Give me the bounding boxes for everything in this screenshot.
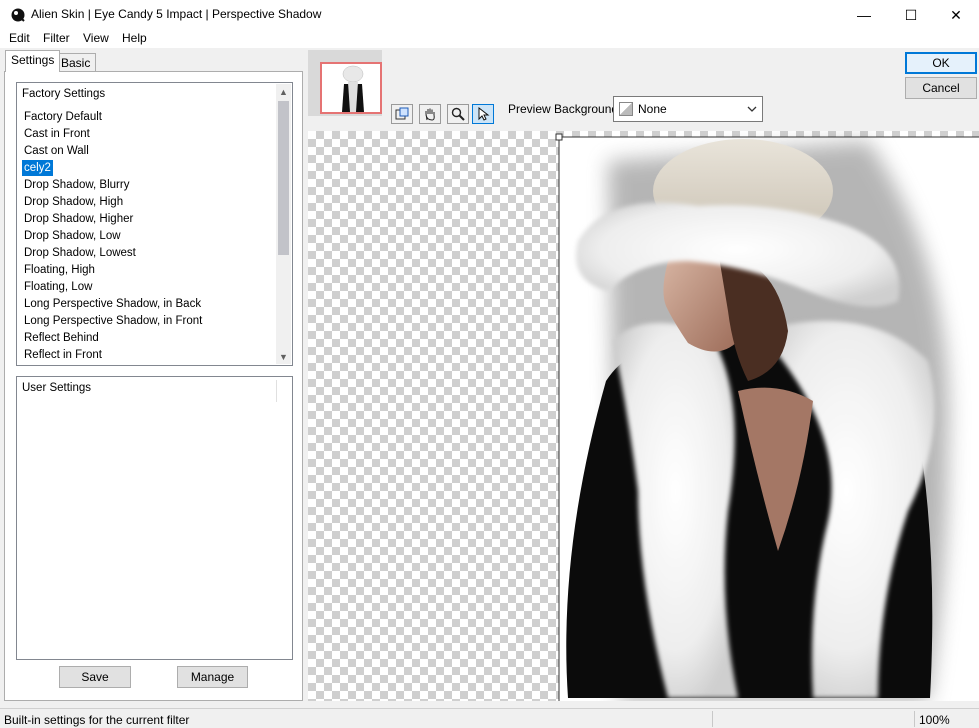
scroll-up-icon[interactable]: ▲ [276,84,291,99]
preview-background-value: None [638,102,667,116]
menu-help[interactable]: Help [122,31,147,45]
background-swatch [619,102,633,116]
navigator-icon[interactable] [391,104,413,124]
minimize-button[interactable]: — [841,0,887,30]
list-item[interactable]: Floating, Low [22,279,94,295]
status-message: Built-in settings for the current filter [4,713,190,727]
menu-view[interactable]: View [83,31,109,45]
menu-bar: Edit Filter View Help [0,30,979,48]
scroll-thumb[interactable] [278,101,289,255]
window-title: Alien Skin | Eye Candy 5 Impact | Perspe… [31,7,322,21]
divider [276,380,277,402]
list-item[interactable]: Floating, High [22,262,97,278]
app-logo-icon [11,8,25,22]
factory-list-scrollbar[interactable]: ▲ ▼ [276,84,291,364]
preview-background-select[interactable]: None [613,96,763,122]
scroll-down-icon[interactable]: ▼ [276,349,291,364]
navigator-thumbnail[interactable] [320,62,382,114]
factory-settings-header: Factory Settings [22,88,106,100]
close-button[interactable]: ✕ [933,0,979,30]
list-item[interactable]: Drop Shadow, Low [22,228,123,244]
cancel-button[interactable]: Cancel [905,77,977,99]
pointer-icon[interactable] [472,104,494,124]
list-item[interactable]: Drop Shadow, Lowest [22,245,138,261]
tab-settings[interactable]: Settings [5,50,61,72]
maximize-button[interactable]: ☐ [888,0,934,30]
list-item[interactable]: Long Perspective Shadow, in Back [22,296,203,312]
thumbnail-image [322,64,380,112]
save-button[interactable]: Save [59,666,131,688]
status-bar: Built-in settings for the current filter… [0,708,979,728]
list-item[interactable]: Factory Default [22,109,104,125]
zoom-level: 100% [919,713,950,727]
chevron-down-icon [747,106,757,112]
list-item[interactable]: Drop Shadow, High [22,194,125,210]
status-divider [712,711,713,727]
title-bar: Alien Skin | Eye Candy 5 Impact | Perspe… [0,0,979,30]
list-item[interactable]: Reflect Behind [22,330,101,346]
preview-background-label: Preview Background: [508,102,622,116]
list-item[interactable]: Cast on Wall [22,143,91,159]
list-item[interactable]: Long Perspective Shadow, in Front [22,313,204,329]
status-divider [914,711,915,727]
list-item[interactable]: Cast in Front [22,126,92,142]
ok-button[interactable]: OK [905,52,977,74]
list-item[interactable]: Drop Shadow, Blurry [22,177,131,193]
tab-basic[interactable]: Basic [55,53,97,73]
user-settings-list[interactable]: User Settings [16,376,293,660]
menu-edit[interactable]: Edit [9,31,30,45]
menu-filter[interactable]: Filter [43,31,70,45]
list-item[interactable]: Drop Shadow, Higher [22,211,135,227]
factory-settings-list[interactable]: Factory Settings Factory Default Cast in… [16,82,293,366]
list-item-selected[interactable]: cely2 [22,160,53,176]
zoom-icon[interactable] [447,104,469,124]
manage-button[interactable]: Manage [177,666,248,688]
user-settings-header: User Settings [22,382,92,394]
hand-icon[interactable] [419,104,441,124]
list-item[interactable]: Reflect in Front [22,347,104,363]
preview-canvas[interactable] [308,131,979,701]
preview-image [555,133,979,701]
